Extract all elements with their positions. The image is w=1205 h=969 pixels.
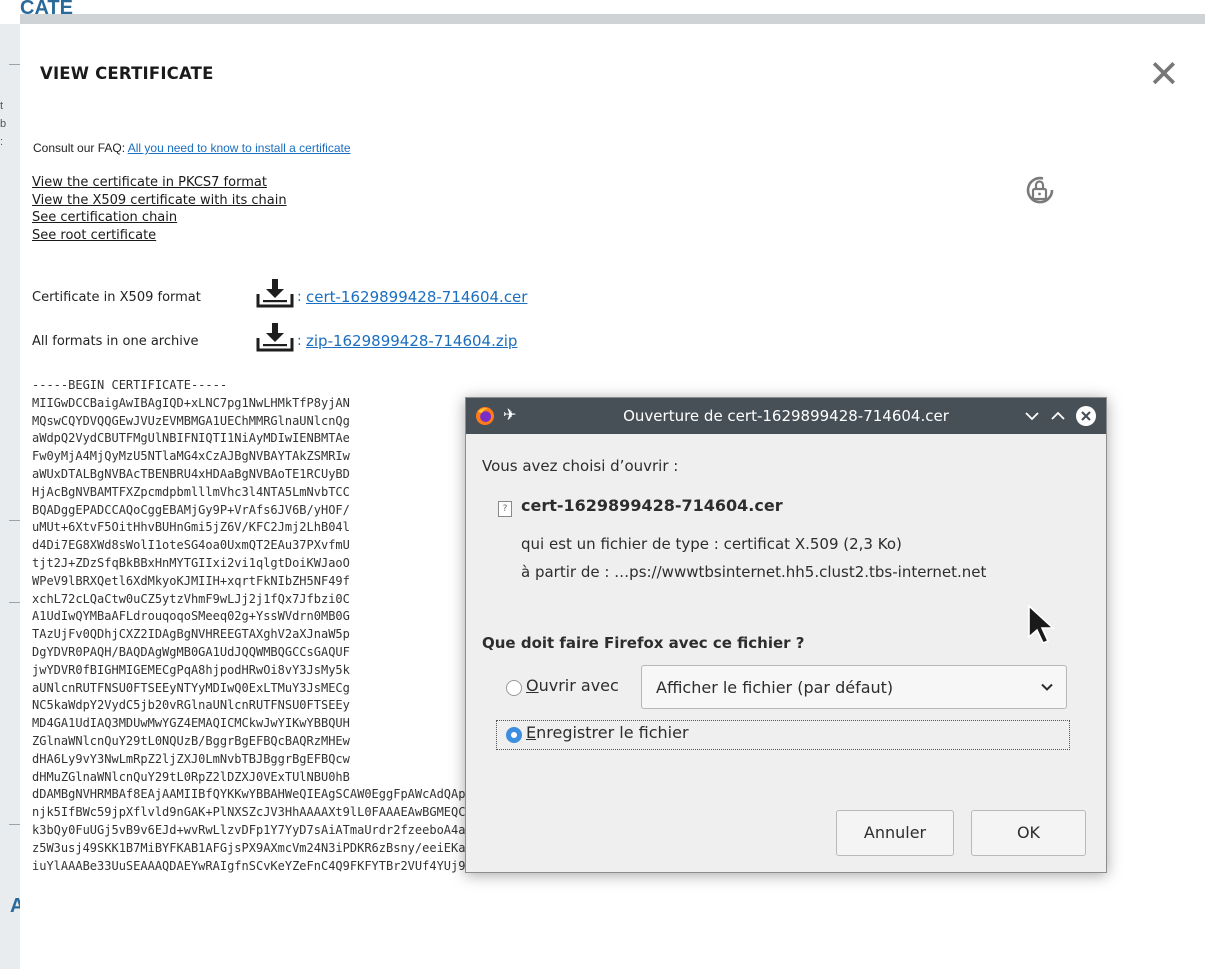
dialog-body: Vous avez choisi d’ouvrir : ? cert-16298… (466, 434, 1106, 872)
minimize-icon[interactable] (1020, 404, 1044, 428)
open-with-label[interactable]: Ouvrir avec (526, 676, 619, 695)
close-icon[interactable] (1074, 404, 1098, 428)
root-certificate-link[interactable]: See root certificate (32, 227, 287, 245)
open-with-select[interactable]: Afficher le fichier (par défaut) (641, 665, 1067, 709)
edge-divider (9, 824, 20, 825)
open-with-selected-value: Afficher le fichier (par défaut) (656, 678, 894, 697)
file-icon: ? (498, 501, 512, 517)
edge-divider (9, 520, 20, 521)
background-left-edge: t b : (0, 24, 20, 969)
faq-label: Consult our FAQ: (33, 141, 128, 155)
file-source-label: à partir de : (521, 563, 615, 581)
file-type-label: qui est un fichier de type : (521, 535, 724, 553)
file-source-value: …ps://wwwtbsinternet.hh5.clust2.tbs-inte… (614, 563, 987, 581)
certificate-links: View the certificate in PKCS7 format Vie… (32, 174, 287, 244)
open-with-radio[interactable] (506, 680, 522, 696)
save-file-mnemonic: E (526, 723, 537, 742)
dialog-title: Ouverture de cert-1629899428-714604.cer (623, 407, 949, 425)
close-icon[interactable]: ✕ (1148, 54, 1180, 94)
faq-line: Consult our FAQ: All you need to know to… (33, 141, 351, 155)
open-with-text: uvrir avec (538, 676, 619, 695)
download-icon[interactable] (255, 277, 295, 309)
file-type-line: qui est un fichier de type : certificat … (521, 535, 902, 553)
edge-divider (9, 64, 20, 65)
faq-link[interactable]: All you need to know to install a certif… (128, 141, 351, 155)
download-icon[interactable] (255, 321, 295, 353)
cancel-button[interactable]: Annuler (836, 810, 954, 856)
x509-chain-link[interactable]: View the X509 certificate with its chain (32, 192, 287, 210)
ok-button[interactable]: OK (971, 810, 1086, 856)
lock-icon (1026, 176, 1054, 204)
maximize-icon[interactable] (1046, 404, 1070, 428)
certification-chain-link[interactable]: See certification chain (32, 209, 287, 227)
pkcs7-link[interactable]: View the certificate in PKCS7 format (32, 174, 287, 192)
edge-letter: t (0, 100, 4, 112)
download-row-x509: Certificate in X509 format : cert-162989… (32, 277, 592, 311)
background-top-bar (20, 14, 1205, 24)
dialog-intro: Vous avez choisi d’ouvrir : (482, 457, 679, 475)
download-separator: : (297, 289, 302, 305)
zip-file-link[interactable]: zip-1629899428-714604.zip (306, 332, 517, 350)
save-file-text: nregistrer le fichier (536, 723, 689, 742)
edge-letter: b (0, 118, 7, 130)
download-row-zip: All formats in one archive : zip-1629899… (32, 321, 592, 355)
edge-letter: : (0, 136, 4, 148)
mouse-cursor-icon (1028, 604, 1056, 645)
save-file-radio[interactable] (506, 727, 522, 743)
file-name: cert-1629899428-714604.cer (521, 496, 783, 515)
dialog-titlebar[interactable]: ✈ Ouverture de cert-1629899428-714604.ce… (466, 398, 1106, 434)
action-question: Que doit faire Firefox avec ce fichier ? (482, 634, 805, 652)
background-page-heading: CATE (20, 0, 73, 14)
certificate-pem-text: -----BEGIN CERTIFICATE----- MIIGwDCCBaig… (32, 378, 495, 873)
edge-divider (9, 602, 20, 603)
file-type-value: certificat X.509 (2,3 Ko) (723, 535, 902, 553)
download-label: All formats in one archive (32, 334, 199, 349)
modal-title: VIEW CERTIFICATE (40, 64, 214, 83)
chevron-down-icon (1041, 683, 1053, 691)
open-with-mnemonic: O (526, 676, 539, 695)
firefox-open-file-dialog: ✈ Ouverture de cert-1629899428-714604.ce… (465, 397, 1107, 873)
save-file-label[interactable]: Enregistrer le fichier (526, 723, 689, 742)
cert-file-link[interactable]: cert-1629899428-714604.cer (306, 288, 527, 306)
download-separator: : (297, 333, 302, 349)
download-label: Certificate in X509 format (32, 290, 201, 305)
file-source-line: à partir de : …ps://wwwtbsinternet.hh5.c… (521, 563, 986, 581)
